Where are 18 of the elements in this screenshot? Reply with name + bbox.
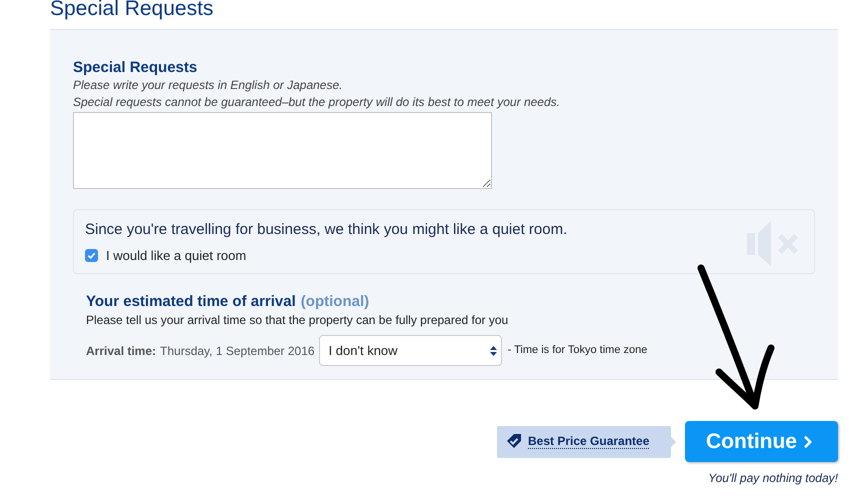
arrival-date: Thursday, 1 September 2016	[160, 342, 315, 360]
arrival-heading: Your estimated time of arrival	[86, 292, 296, 312]
quiet-room-message: Since you're travelling for business, we think you might like a quiet room.	[85, 220, 568, 240]
tag-check-icon	[506, 434, 522, 449]
hint-text: Please write your requests in English or Japanese.	[73, 77, 344, 94]
section-heading: Special Requests	[73, 59, 198, 77]
pay-note: You'll pay nothing today!	[707, 470, 838, 487]
checkbox-label: I would like a quiet room	[106, 247, 246, 265]
arrival-time-select[interactable]: I don't know	[318, 335, 502, 366]
select-arrows-icon	[490, 344, 497, 356]
quiet-room-checkbox[interactable]	[85, 249, 98, 262]
timezone-note: - Time is for Tokyo time zone	[508, 343, 648, 358]
requests-field[interactable]	[73, 112, 492, 189]
arrival-label: Arrival time:	[86, 342, 156, 360]
best-price-link[interactable]: Best Price Guarantee	[528, 434, 650, 449]
hint-text: Special requests cannot be guaranteed–but the property will do its best to meet your needs.	[73, 94, 561, 111]
arrival-description: Please tell us your arrival time so that the property can be fully prepared for you	[86, 312, 510, 328]
optional-label: (optional)	[300, 292, 370, 312]
